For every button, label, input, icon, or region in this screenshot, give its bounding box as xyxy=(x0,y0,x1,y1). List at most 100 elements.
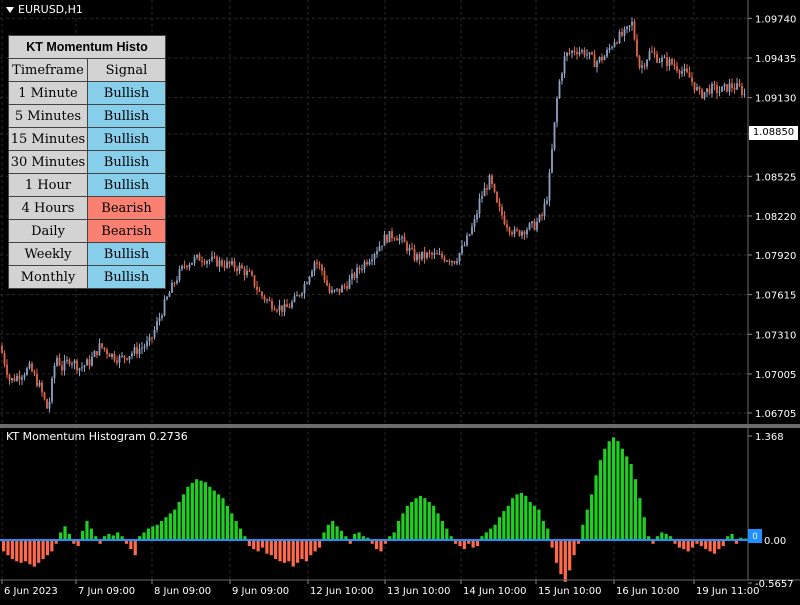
candle-body xyxy=(168,292,171,297)
candle-body xyxy=(478,198,481,214)
histogram-bar xyxy=(203,482,208,540)
candle-body xyxy=(638,56,641,68)
candle-body xyxy=(423,251,426,258)
candle-body xyxy=(111,353,113,357)
candle-body xyxy=(163,299,166,316)
histogram-bar xyxy=(142,532,146,540)
candle-body xyxy=(171,282,173,293)
table-title: KT Momentum Histo xyxy=(8,35,166,59)
histogram-bar xyxy=(471,540,475,548)
histogram-bar xyxy=(405,505,409,540)
candle-body xyxy=(273,309,276,311)
candle-body xyxy=(353,273,356,278)
candle-body xyxy=(391,231,393,239)
histogram-bar xyxy=(339,530,344,540)
histogram-bar xyxy=(436,513,440,540)
histogram-bar xyxy=(660,532,664,540)
signal-cell: Bullish xyxy=(87,173,166,197)
candle-body xyxy=(176,280,178,284)
histogram-bar xyxy=(554,540,559,563)
signal-cell: Bullish xyxy=(87,104,166,128)
candle-body xyxy=(146,341,148,347)
price-tick-label: 1.09740 xyxy=(755,14,796,25)
candle-body xyxy=(726,84,728,92)
histogram-bar xyxy=(15,540,19,562)
candle-body xyxy=(333,289,336,291)
candle-body xyxy=(613,42,616,47)
histogram-bar xyxy=(85,520,89,540)
histogram-bar xyxy=(357,532,361,540)
candle-body xyxy=(473,219,476,227)
histogram-bar xyxy=(181,494,186,540)
candle-body xyxy=(476,213,478,220)
histogram-bar xyxy=(629,463,633,540)
candle-body xyxy=(603,56,606,61)
histogram-bar xyxy=(274,540,278,560)
candle-body xyxy=(153,329,156,338)
candle-body xyxy=(448,260,451,263)
candle-body xyxy=(331,290,333,293)
histogram-bar xyxy=(173,509,177,540)
histogram-bar xyxy=(335,526,339,540)
candle-body xyxy=(183,265,186,267)
candle-body xyxy=(31,363,33,372)
candle-body xyxy=(618,31,621,43)
candle-body xyxy=(326,280,328,286)
candle-body xyxy=(6,364,8,375)
histogram-bar xyxy=(519,492,523,540)
candle-body xyxy=(311,271,313,277)
timeframe-cell: 1 Minute xyxy=(8,81,88,105)
histogram-bar xyxy=(32,540,36,567)
candle-body xyxy=(623,29,626,36)
zero-marker: 0 xyxy=(748,529,762,543)
histogram-bar xyxy=(532,505,537,540)
histogram-bar xyxy=(59,532,63,540)
candle-body xyxy=(651,51,653,53)
candle-body xyxy=(561,73,563,81)
candle-body xyxy=(138,348,141,355)
dropdown-icon[interactable] xyxy=(6,7,14,13)
candle-body xyxy=(258,290,261,292)
candle-body xyxy=(553,122,556,150)
candle-body xyxy=(96,351,98,356)
histogram-bar xyxy=(379,540,383,552)
price-axis[interactable]: 1.09740 1.09435 1.09130 1.08525 1.08220 1.079… xyxy=(748,14,796,420)
histogram-bar xyxy=(190,482,194,540)
candle-body xyxy=(416,254,418,261)
candle-body xyxy=(523,231,526,235)
candle-body xyxy=(88,359,91,366)
timeframe-cell: 5 Minutes xyxy=(8,104,88,128)
candle-body xyxy=(393,238,396,240)
candle-body xyxy=(506,224,508,228)
indicator-axis[interactable]: 1.368 0.00 -0.5657 xyxy=(748,432,794,590)
candle-body xyxy=(706,88,708,92)
candle-body xyxy=(671,59,673,65)
candle-body xyxy=(308,276,311,284)
histogram-bar xyxy=(375,540,379,550)
candle-body xyxy=(688,72,691,78)
candle-body xyxy=(631,21,633,26)
candle-body xyxy=(738,83,741,86)
histogram-bar xyxy=(506,505,510,540)
candle-body xyxy=(593,54,596,68)
candle-body xyxy=(58,357,61,366)
candle-body xyxy=(378,246,381,252)
candle-body xyxy=(701,89,703,99)
table-row: 1 Hour Bullish xyxy=(8,173,166,197)
candle-body xyxy=(231,261,233,265)
candle-body xyxy=(541,214,543,216)
candle-body xyxy=(531,221,533,224)
histogram-bar xyxy=(462,540,466,550)
candle-body xyxy=(653,52,656,55)
time-axis[interactable]: 6 Jun 2023 7 Jun 09:00 8 Jun 09:00 9 Jun 09… xyxy=(1,580,760,597)
candle-body xyxy=(208,260,211,262)
candle-body xyxy=(563,56,566,74)
pane-splitter[interactable] xyxy=(0,424,800,428)
histogram-bar xyxy=(502,511,506,540)
candle-body xyxy=(151,337,153,339)
candle-body xyxy=(246,270,248,276)
candle-body xyxy=(716,85,718,93)
candle-body xyxy=(451,261,453,263)
candle-body xyxy=(736,83,738,90)
histogram-bar xyxy=(712,540,717,554)
